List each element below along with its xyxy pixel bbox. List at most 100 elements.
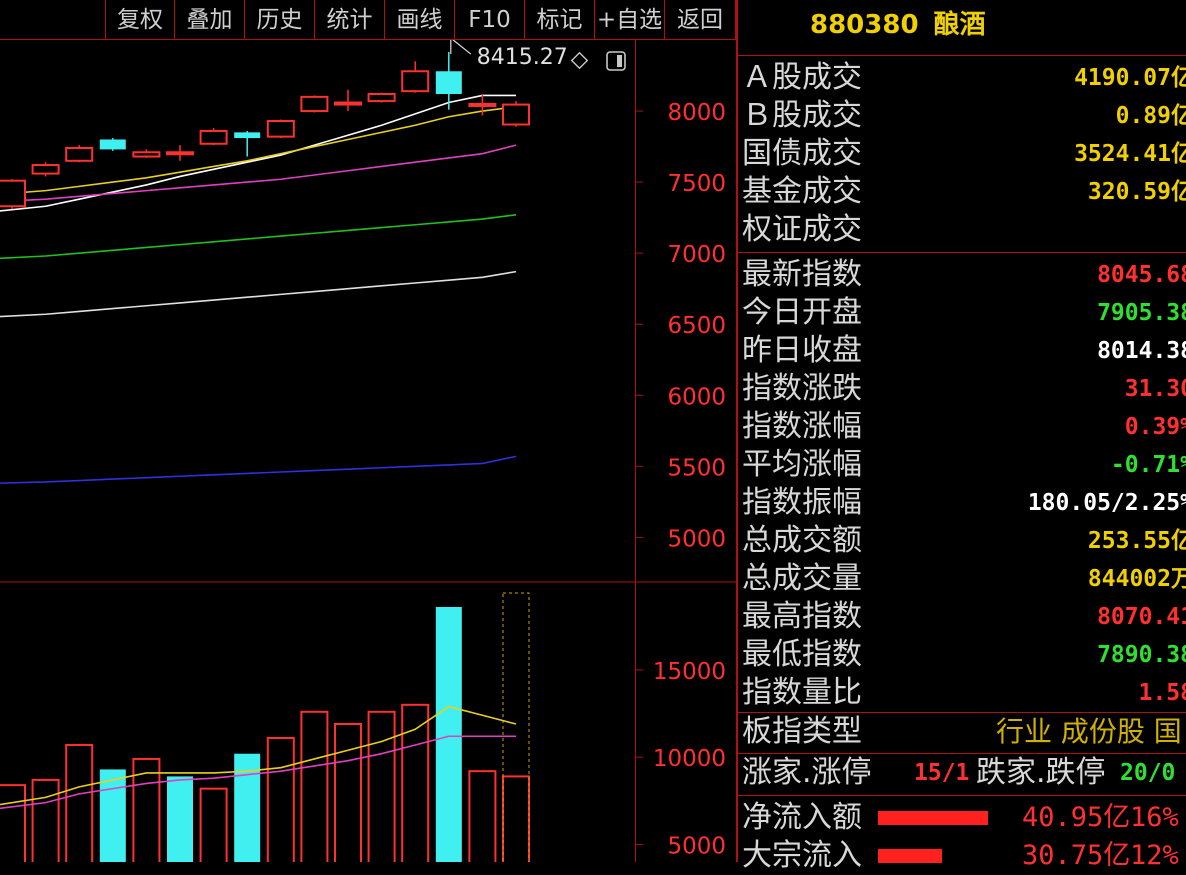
- stat-label: 总成交额: [742, 523, 862, 558]
- type-row: 板指类型 行业 成份股 国: [738, 713, 1186, 751]
- stat-row: 指数量比 1.58: [738, 674, 1186, 712]
- stat-label: Ｂ股成交: [742, 98, 862, 133]
- stat-row: 最新指数 8045.68: [738, 256, 1186, 294]
- volume-y-tick-label: 15000: [653, 659, 726, 685]
- flow-pct: 12%: [1130, 840, 1179, 871]
- candle-body: [468, 102, 497, 107]
- volume-bar: [300, 710, 329, 862]
- candle-body: [199, 129, 228, 145]
- peak-marker: [450, 40, 472, 55]
- stat-label: 最低指数: [742, 637, 862, 672]
- up-count-value: 15/1: [914, 760, 970, 786]
- chart-toolbar: 复权 叠加 历史 统计 画线 F10 标记 +自选 返回: [0, 0, 736, 40]
- peak-label: 8415.27: [477, 45, 568, 70]
- stat-value: 8070.41: [1097, 604, 1186, 630]
- type-value: 行业 成份股 国: [996, 715, 1182, 748]
- stat-value: 7890.38: [1097, 642, 1186, 668]
- candle-body: [300, 95, 329, 113]
- stat-row: 指数涨跌 31.30: [738, 370, 1186, 408]
- toolbar-item-4[interactable]: 画线: [385, 0, 455, 40]
- ma-line: [0, 270, 517, 318]
- flow-row: 净流入额 40.95亿 16%: [738, 799, 1186, 837]
- candle-body: [99, 139, 126, 150]
- stat-value: 0.39%: [1124, 414, 1186, 440]
- toolbar-item-1[interactable]: 叠加: [175, 0, 245, 40]
- down-count-value: 20/0: [1120, 760, 1176, 786]
- chart-area[interactable]: 8000 7500 7000 6500 6000 5500 5000 8415.27 15000…: [0, 40, 736, 862]
- stat-label: 指数涨跌: [742, 371, 862, 406]
- volume-bar: [334, 723, 362, 862]
- candle-body: [65, 147, 94, 162]
- candle-body: [502, 103, 530, 126]
- volume-bar: [0, 784, 26, 862]
- toolbar-item-7[interactable]: +自选: [595, 0, 665, 40]
- candle-body: [166, 151, 194, 156]
- stat-row: 指数振幅 180.05/2.25%: [738, 484, 1186, 522]
- stat-row: 今日开盘 7905.38: [738, 294, 1186, 332]
- volume-bar: [468, 770, 497, 862]
- candle-body: [0, 179, 26, 208]
- stat-label: 基金成交: [742, 174, 862, 209]
- ma-line: [0, 213, 517, 260]
- toolbar-item-5[interactable]: F10: [455, 0, 525, 40]
- stat-value: 844002万: [1087, 566, 1186, 592]
- candle-body: [31, 164, 60, 175]
- panel-toggle-icon[interactable]: [606, 51, 626, 71]
- stat-value: 7905.38: [1097, 300, 1186, 326]
- volume-bar: [65, 743, 94, 862]
- y-tick-label: 5500: [667, 455, 726, 481]
- toolbar-item-0[interactable]: 复权: [105, 0, 175, 40]
- up-count-label: 涨家.涨停: [742, 755, 872, 790]
- flow-label: 大宗流入: [742, 838, 862, 873]
- candle-body: [334, 101, 362, 106]
- stat-label: 昨日收盘: [742, 333, 862, 368]
- stat-label: 平均涨幅: [742, 447, 862, 482]
- y-tick-label: 5000: [667, 526, 726, 552]
- index-name: 酿酒: [933, 10, 986, 40]
- flow-value: 30.75亿: [1022, 840, 1131, 871]
- stat-row: Ｂ股成交 0.89亿: [738, 97, 1186, 135]
- stat-row: 权证成交: [738, 211, 1186, 249]
- flow-row: 大宗流入 30.75亿 12%: [738, 837, 1186, 875]
- toolbar-item-3[interactable]: 统计: [315, 0, 385, 40]
- flow-pct: 16%: [1130, 802, 1179, 833]
- stat-row: 昨日收盘 8014.38: [738, 332, 1186, 370]
- volume-bar: [367, 710, 396, 862]
- updown-row: 涨家.涨停 15/1 跌家.跌停 20/0: [738, 754, 1186, 792]
- stat-label: 今日开盘: [742, 295, 862, 330]
- stat-value: -0.71%: [1110, 452, 1186, 478]
- section-divider: [738, 252, 1186, 253]
- stat-row: 总成交额 253.55亿: [738, 522, 1186, 560]
- down-count-label: 跌家.跌停: [976, 755, 1106, 790]
- flow-label: 净流入额: [742, 800, 862, 835]
- stat-value: 31.30: [1124, 376, 1186, 402]
- stat-label: 最新指数: [742, 257, 862, 292]
- candle-body: [401, 70, 430, 93]
- stat-row: 指数涨幅 0.39%: [738, 408, 1186, 446]
- stat-label: 总成交量: [742, 561, 862, 596]
- stat-row: 国债成交 3524.41亿: [738, 135, 1186, 173]
- stat-value: 253.55亿: [1087, 528, 1186, 554]
- volume-bar: [435, 606, 462, 862]
- y-tick-label: 7500: [667, 171, 726, 197]
- toolbar-item-8[interactable]: 返回: [665, 0, 736, 40]
- y-tick-label: 7000: [667, 242, 726, 268]
- diamond-icon[interactable]: [570, 51, 589, 70]
- stat-row: 最高指数 8070.41: [738, 598, 1186, 636]
- candle-body: [435, 71, 462, 94]
- stat-label: 指数量比: [742, 675, 862, 710]
- stat-row: 最低指数 7890.38: [738, 636, 1186, 674]
- volume-bar: [167, 776, 193, 862]
- candle-body: [132, 151, 161, 158]
- flow-value: 40.95亿: [1022, 802, 1131, 833]
- flow-bar: [878, 811, 988, 825]
- volume-y-tick-label: 5000: [667, 834, 726, 860]
- stat-value: 3524.41亿: [1074, 141, 1186, 167]
- y-tick-label: 6000: [667, 384, 726, 410]
- candle-body: [266, 120, 295, 138]
- y-tick-label: 8000: [667, 100, 726, 126]
- index-code: 880380: [810, 10, 919, 40]
- candle-body: [367, 93, 396, 103]
- toolbar-item-2[interactable]: 历史: [245, 0, 315, 40]
- toolbar-item-6[interactable]: 标记: [525, 0, 595, 40]
